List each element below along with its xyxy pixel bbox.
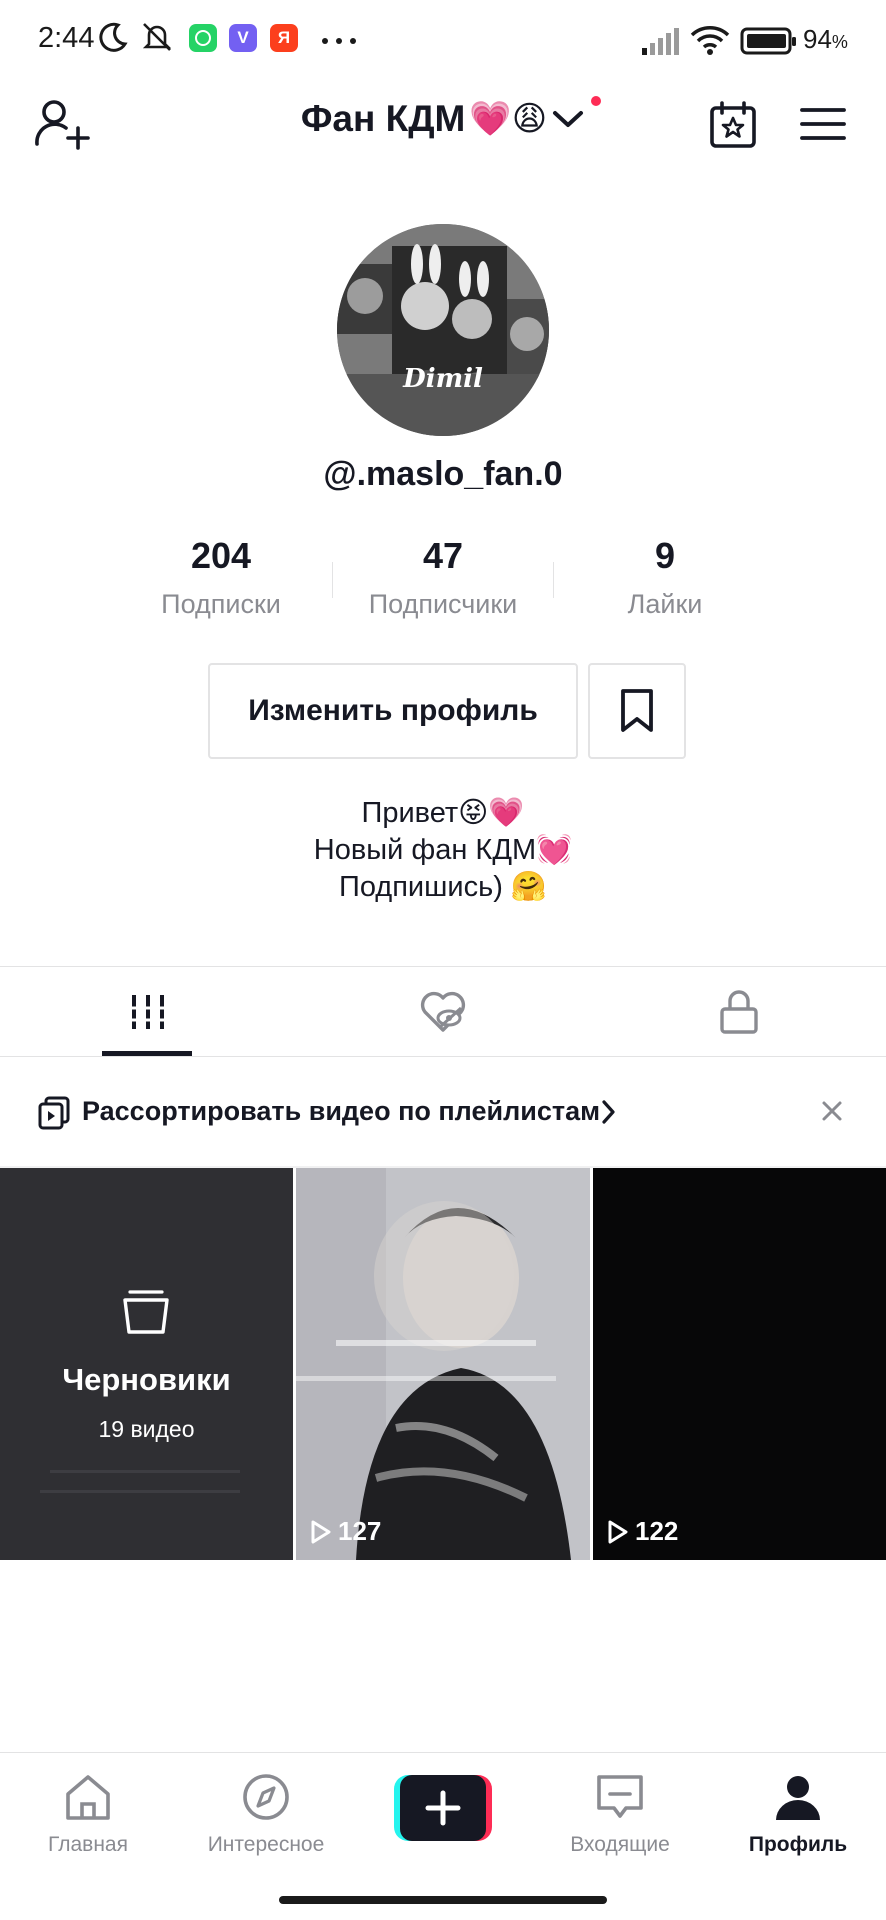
nav-inbox[interactable]: Входящие [545,1772,695,1857]
play-icon [608,1520,628,1543]
nav-profile[interactable]: Профиль [723,1772,873,1857]
tab-videos[interactable] [0,967,295,1056]
home-indicator [279,1896,607,1904]
drafts-title: Черновики [62,1362,231,1397]
calendar-star-icon[interactable] [708,100,758,150]
account-name: Фан КДМ [300,98,466,139]
tab-private[interactable] [591,967,886,1056]
bio: Привет😝💗 Новый фан КДМ💓 Подпишись) 🤗 [0,795,886,906]
compass-icon [243,1774,289,1820]
likes-stat[interactable]: 9 Лайки [565,535,765,620]
drafts-count: 19 видео [98,1416,195,1442]
plus-icon [425,1790,461,1826]
view-count: 127 [310,1516,381,1547]
grid-icon [127,994,168,1029]
chevron-right-icon [602,1100,615,1124]
active-tab-indicator [102,1051,192,1056]
home-icon [66,1775,110,1820]
moon-icon [99,22,128,52]
status-bar: 2:44 V Я 94% [0,0,886,80]
whatsapp-icon [189,24,217,52]
play-icon [311,1520,331,1543]
battery-percent: 94% [803,24,848,54]
menu-icon[interactable] [800,104,846,144]
bio-line: Новый фан КДМ💓 [313,834,573,866]
tabs-divider [0,1056,886,1057]
chevron-down-icon [553,111,584,127]
notification-dot [591,96,601,106]
avatar-caption: Dimil [403,364,483,394]
avatar[interactable]: Dimil [337,224,549,436]
edit-profile-button[interactable]: Изменить профиль [208,663,578,759]
bio-line: Привет😝💗 [361,797,525,829]
following-stat[interactable]: 204 Подписки [121,535,321,620]
battery-icon [740,27,796,55]
create-button[interactable] [394,1775,492,1841]
drafts-blur-line [40,1490,240,1493]
wifi-icon [690,26,730,55]
drafts-blur-line [50,1470,240,1473]
more-notifications-icon [322,38,356,44]
signal-icon [642,28,679,55]
playlist-banner-label: Рассортировать видео по плейлистам [82,1096,601,1126]
followers-stat[interactable]: 47 Подписчики [343,535,543,620]
bell-muted-icon [142,23,172,51]
bio-line: Подпишись) 🤗 [338,871,548,903]
video-tile[interactable]: 122 [593,1168,886,1560]
tab-liked[interactable] [295,967,591,1056]
bookmark-icon [621,689,653,732]
stat-divider [553,562,554,598]
profile-icon [776,1776,820,1820]
lock-icon [719,989,758,1034]
video-tile[interactable]: 127 [296,1168,590,1560]
yandex-icon: Я [270,24,298,52]
favorites-button[interactable] [588,663,686,759]
heart-hidden-icon [420,991,466,1032]
nav-discover[interactable]: Интересное [191,1772,341,1857]
close-icon[interactable] [820,1099,844,1123]
status-time: 2:44 [38,22,95,54]
username: @.maslo_fan.0 [323,455,563,493]
avatar-image [337,224,549,436]
stat-divider [332,562,333,598]
nav-home[interactable]: Главная [13,1772,163,1857]
video-thumbnail [296,1168,590,1560]
view-count: 122 [607,1516,678,1547]
nav-divider [0,1752,886,1753]
viber-icon: V [229,24,257,52]
inbox-icon [597,1775,643,1818]
drafts-icon [123,1290,169,1334]
account-name-emoji: 💗😩 [469,100,548,138]
